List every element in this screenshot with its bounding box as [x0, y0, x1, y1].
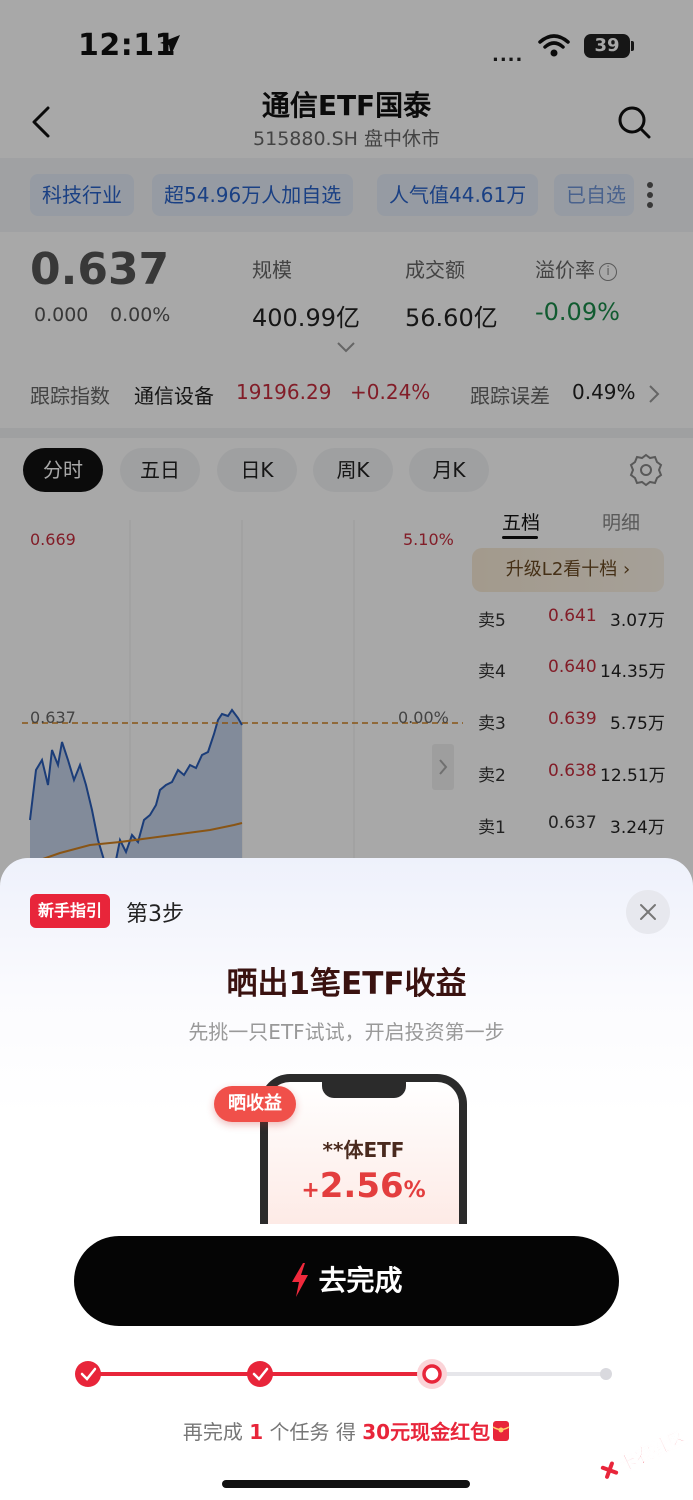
return-unit: % [403, 1178, 426, 1203]
etf-detail-page: 12:11 .... 39 通信ETF国泰 515880.SH 盘中休市 科技行… [0, 0, 693, 1500]
phone-notch [322, 1082, 406, 1098]
phone-fund-name: **体ETF [322, 1138, 405, 1162]
show-profit-tag: 晒收益 [214, 1086, 296, 1122]
step-done-dot [75, 1361, 101, 1387]
red-envelope-icon [492, 1421, 510, 1441]
lightning-icon [292, 1263, 309, 1297]
sheet-title: 晒出1笔ETF收益 [226, 966, 467, 1002]
guide-bottom-sheet: 新手指引 第3步 晒出1笔ETF收益 先挑一只ETF试试，开启投资第一步 **体… [0, 858, 693, 1500]
hint-remaining: 1 [249, 1420, 264, 1444]
cta-label: 去完成 [318, 1264, 403, 1297]
return-sign: + [301, 1178, 320, 1203]
step-current-dot [422, 1364, 442, 1384]
task-progress [75, 1359, 612, 1389]
hint-text-b: 个任务 得 [263, 1420, 363, 1444]
newbie-guide-badge: 新手指引 [30, 894, 111, 928]
watermark-text: 卡农社区 [615, 1430, 688, 1476]
phone-return: +2.56% [268, 1166, 459, 1206]
close-icon[interactable] [626, 890, 670, 934]
go-complete-button[interactable]: 去完成 [74, 1236, 619, 1326]
step-label: 第3步 [126, 902, 184, 927]
sheet-subtitle: 先挑一只ETF试试，开启投资第一步 [188, 1020, 505, 1044]
step-done-dot [247, 1361, 273, 1387]
watermark-logo: 卡农社区 [600, 1430, 688, 1479]
home-indicator [222, 1480, 470, 1488]
hint-reward: 30元现金红包 [362, 1420, 491, 1444]
return-value: 2.56 [319, 1166, 404, 1206]
hint-text-a: 再完成 [182, 1420, 250, 1444]
step-pending-dot [600, 1368, 612, 1380]
